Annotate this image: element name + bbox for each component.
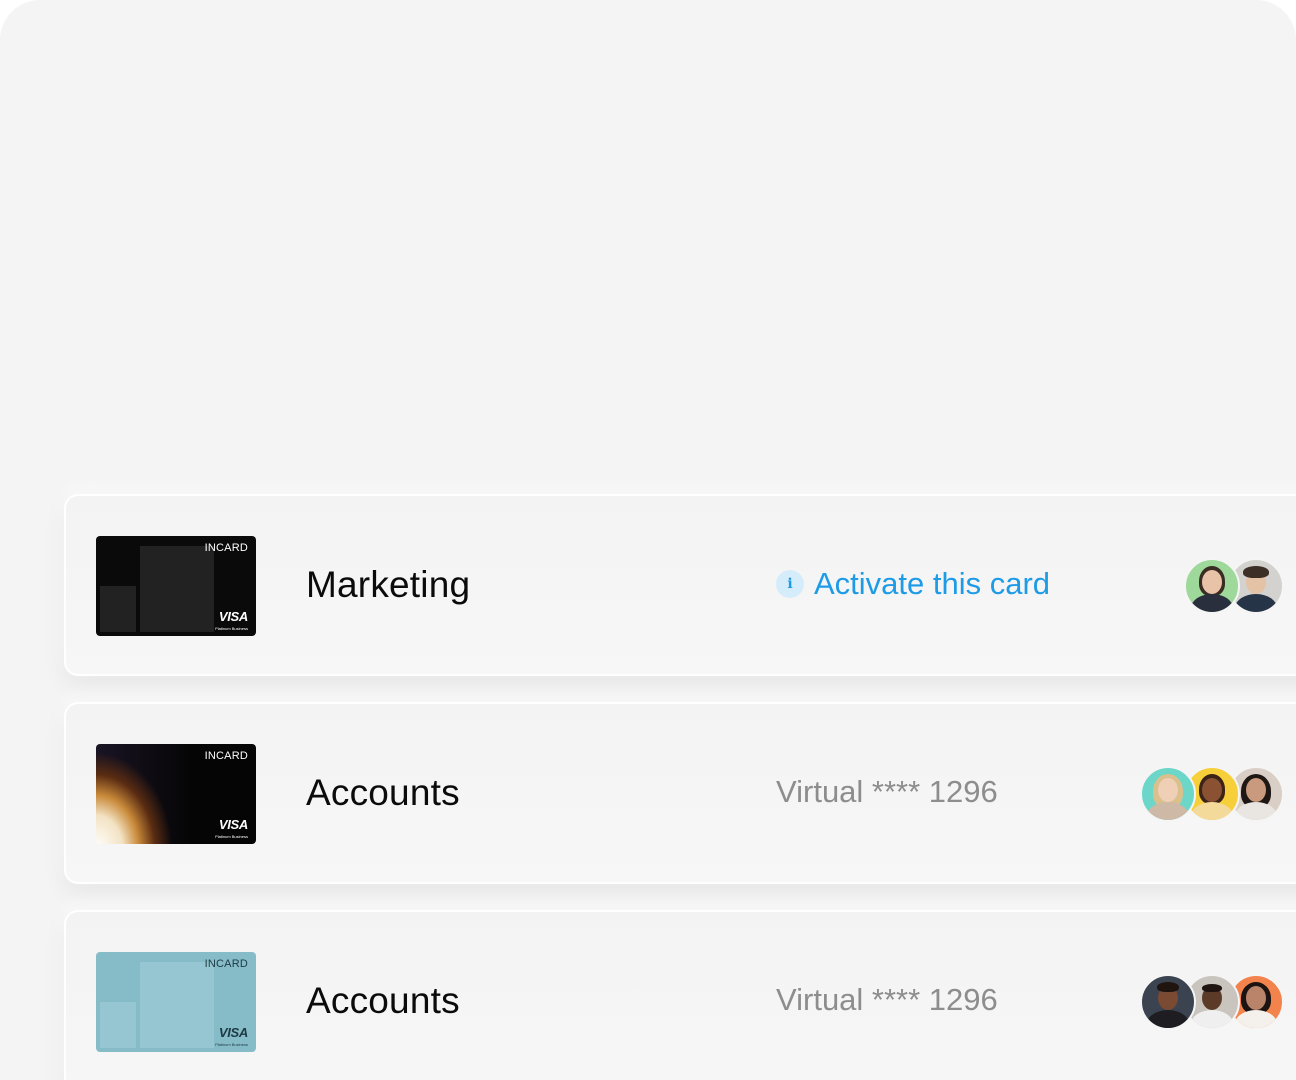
- card-brand: INCARD: [204, 958, 248, 970]
- card-brand: INCARD: [204, 542, 248, 554]
- card-network-logo: VISA: [218, 1025, 248, 1040]
- card-thumbnail: INCARD VISA Platinum Business: [96, 744, 256, 844]
- card-tier: Platinum Business: [215, 1042, 248, 1047]
- card-tier: Platinum Business: [215, 626, 248, 631]
- card-name: Accounts: [306, 980, 460, 1021]
- card-network-logo: VISA: [218, 817, 248, 832]
- card-network-logo: VISA: [218, 609, 248, 624]
- card-row-accounts[interactable]: INCARD VISA Platinum Business Accounts V…: [64, 702, 1296, 884]
- card-logo-mark: [100, 586, 136, 632]
- card-holders: [1140, 974, 1284, 1030]
- card-logo-mark: [140, 546, 214, 632]
- card-holders: [1184, 558, 1284, 614]
- cards-panel: INCARD VISA Platinum Business Marketing …: [0, 0, 1296, 1080]
- card-tier: Platinum Business: [215, 834, 248, 839]
- card-name: Marketing: [306, 564, 471, 605]
- card-number-status: Virtual **** 1296: [776, 982, 998, 1017]
- card-row-marketing[interactable]: INCARD VISA Platinum Business Marketing …: [64, 494, 1296, 676]
- avatar: [1140, 974, 1196, 1030]
- card-thumbnail: INCARD VISA Platinum Business: [96, 536, 256, 636]
- card-number-status: Virtual **** 1296: [776, 774, 998, 809]
- card-logo-mark: [100, 1002, 136, 1048]
- activate-card-link[interactable]: i Activate this card: [776, 566, 1050, 602]
- card-name: Accounts: [306, 772, 460, 813]
- card-row-accounts[interactable]: INCARD VISA Platinum Business Accounts V…: [64, 910, 1296, 1080]
- activate-card-label: Activate this card: [814, 566, 1051, 601]
- card-thumbnail: INCARD VISA Platinum Business: [96, 952, 256, 1052]
- info-icon: i: [776, 570, 804, 598]
- avatar: [1184, 558, 1240, 614]
- card-brand: INCARD: [204, 750, 248, 762]
- card-logo-mark: [140, 962, 214, 1048]
- card-holders: [1140, 766, 1284, 822]
- avatar: [1140, 766, 1196, 822]
